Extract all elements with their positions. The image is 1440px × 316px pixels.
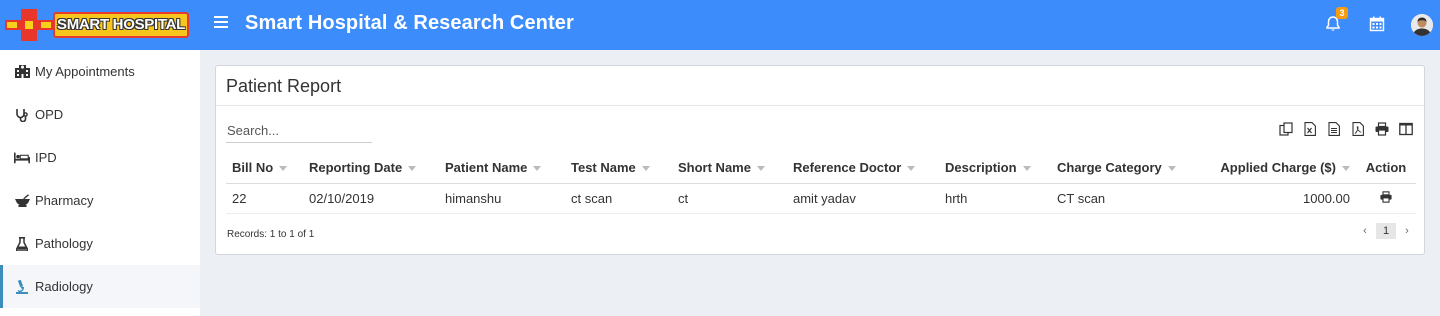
box-header: Patient Report [216,66,1424,106]
cell-charge-category: CT scan [1051,183,1191,214]
logo-text: SMART HOSPITAL [53,12,189,38]
column-header-short-name[interactable]: Short Name [672,152,787,184]
sidebar-item-label: IPD [35,150,57,165]
cell-patient-name: himanshu [439,183,565,214]
sidebar-item-radiology[interactable]: Radiology [0,265,200,308]
column-header-applied-charge[interactable]: Applied Charge ($) [1191,152,1356,184]
records-info: Records: 1 to 1 of 1 [227,229,315,240]
cell-action [1356,183,1416,214]
pagination-page-1[interactable]: 1 [1376,223,1396,239]
sidebar-item-label: Pharmacy [35,193,94,208]
cell-bill-no: 22 [226,183,303,214]
sidebar-item-label: OPD [35,107,64,122]
stethoscope-icon [14,108,30,122]
sort-icon [1022,165,1031,171]
sidebar: My Appointments OPD IPD Pharmacy Patholo… [0,50,200,316]
page-title: Patient Report [226,76,342,96]
copy-icon[interactable] [1278,121,1294,137]
calendar-icon[interactable] [1368,15,1386,33]
sidebar-item-ipd[interactable]: IPD [0,136,200,179]
cell-description: hrth [939,183,1051,214]
column-header-description[interactable]: Description [939,152,1051,184]
sort-icon [533,165,542,171]
column-header-charge-category[interactable]: Charge Category [1051,152,1191,184]
cell-reference-doctor: amit yadav [787,183,939,214]
sidebar-item-label: My Appointments [35,64,135,79]
sidebar-item-opd[interactable]: OPD [0,93,200,136]
flask-icon [14,236,30,251]
cell-applied-charge: 1000.00 [1191,183,1356,214]
app-title: Smart Hospital & Research Center [245,12,574,34]
sidebar-item-pathology[interactable]: Pathology [0,222,200,265]
sidebar-item-pharmacy[interactable]: Pharmacy [0,179,200,222]
sort-icon [1342,165,1350,171]
cell-reporting-date: 02/10/2019 [303,183,439,214]
top-header: SMART HOSPITAL Smart Hospital & Research… [0,0,1440,50]
column-header-bill-no[interactable]: Bill No [226,152,303,184]
menu-toggle-icon[interactable] [214,16,228,30]
print-icon[interactable] [1374,121,1390,137]
cell-test-name: ct scan [565,183,672,214]
hospital-building-icon [14,65,30,79]
sort-icon [907,165,916,171]
patient-report-box: Patient Report Bill No Reporting Date Pa… [215,65,1425,255]
column-header-reporting-date[interactable]: Reporting Date [303,152,439,184]
table-header-row: Bill No Reporting Date Patient Name Test… [226,152,1416,184]
export-toolbar [1278,121,1414,137]
sidebar-item-label: Pathology [35,236,93,251]
pdf-icon[interactable] [1350,121,1366,137]
pagination-next-button[interactable]: › [1400,225,1414,237]
mortar-pestle-icon [14,194,30,208]
user-avatar[interactable] [1411,14,1433,36]
table-row: 22 02/10/2019 himanshu ct scan ct amit y… [226,183,1416,214]
print-icon[interactable] [1380,190,1392,206]
sort-icon [1167,165,1176,171]
column-header-reference-doctor[interactable]: Reference Doctor [787,152,939,184]
notification-count-badge: 3 [1336,7,1348,19]
sort-icon [408,165,417,171]
pagination-prev-button[interactable]: ‹ [1358,225,1372,237]
column-header-test-name[interactable]: Test Name [565,152,672,184]
column-header-patient-name[interactable]: Patient Name [439,152,565,184]
logo-cross-icon [5,9,55,41]
sort-icon [279,165,288,171]
sidebar-item-my-appointments[interactable]: My Appointments [0,50,200,93]
cell-short-name: ct [672,183,787,214]
pagination: ‹ 1 › [1358,223,1414,239]
sort-icon [756,165,765,171]
search-input[interactable] [226,119,372,143]
patient-report-table: Bill No Reporting Date Patient Name Test… [226,152,1416,214]
bed-icon [14,151,30,165]
sidebar-item-label: Radiology [35,279,93,294]
sort-icon [641,165,650,171]
csv-icon[interactable] [1326,121,1342,137]
microscope-icon [14,279,30,294]
columns-icon[interactable] [1398,121,1414,137]
app-logo[interactable]: SMART HOSPITAL [5,9,190,41]
excel-icon[interactable] [1302,121,1318,137]
column-header-action: Action [1356,152,1416,184]
